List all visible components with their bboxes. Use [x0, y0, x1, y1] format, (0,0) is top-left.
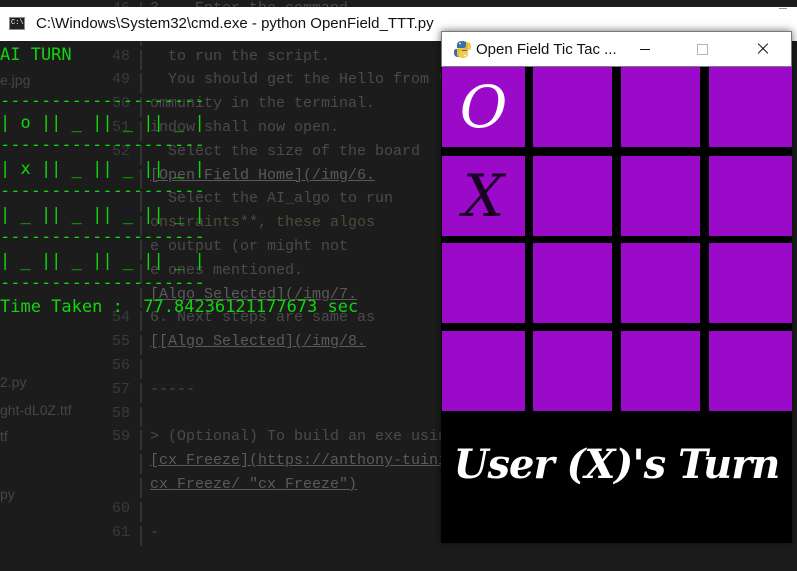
explorer-file-item: tf [0, 428, 8, 444]
minimize-icon[interactable] [775, 7, 797, 10]
editor-text: cx_Freeze/ "cx_Freeze") [150, 476, 358, 493]
maximize-button[interactable] [679, 32, 725, 66]
line-number: 56 [111, 357, 130, 374]
console-board-line: -------------------- [0, 91, 205, 111]
board-cell[interactable]: O [442, 67, 525, 147]
board-cell[interactable] [533, 156, 612, 236]
x-mark: X [462, 162, 505, 230]
editor-text: > (Optional) To build an exe using [150, 428, 457, 446]
turn-label: AI TURN [0, 45, 72, 65]
o-mark: O [459, 73, 508, 141]
explorer-file-item: ght-dL0Z.ttf [0, 402, 72, 418]
console-board-line: -------------------- [0, 273, 205, 293]
console-board-line: | x || _ || _ || _ | [0, 159, 205, 179]
board-cell[interactable] [533, 67, 612, 147]
line-number: 59 [111, 428, 130, 446]
board-cell[interactable] [621, 331, 700, 411]
board-cell[interactable] [442, 243, 525, 323]
board-cell[interactable] [621, 156, 700, 236]
editor-line: 61 - [112, 523, 160, 548]
board-cell[interactable] [533, 331, 612, 411]
board-cell[interactable] [709, 156, 792, 236]
turn-status: User (X)'s Turn [453, 441, 781, 488]
editor-text: - [150, 523, 160, 541]
explorer-file-item: 2.py [0, 374, 27, 390]
time-taken-line: Time Taken : 77.84236121177673 sec [0, 297, 359, 317]
board-cell[interactable] [442, 331, 525, 411]
tic-tac-toe-board: OX [441, 67, 792, 419]
editor-line: 57 ----- [112, 380, 196, 405]
gutter-marker [140, 49, 142, 70]
line-number: 48 [111, 47, 130, 65]
editor-line: 48 to run the script. [112, 47, 331, 72]
close-button[interactable] [739, 32, 785, 66]
board-cell[interactable]: X [442, 156, 525, 236]
console-board-line: | o || _ || _ || _ | [0, 113, 205, 133]
game-window-title: Open Field Tic Tac ... [476, 41, 617, 58]
editor-text: ----- [150, 380, 196, 398]
editor-text: to run the script. [150, 47, 331, 65]
editor-line: 59 > (Optional) To build an exe using [112, 428, 457, 452]
editor-line: 55 [[Algo Selected](/img/8. [112, 333, 367, 357]
gutter-marker [140, 454, 142, 475]
game-titlebar[interactable]: Open Field Tic Tac ... [441, 31, 792, 67]
game-window: Open Field Tic Tac ... OX User (X)'s Tur… [441, 31, 792, 543]
gutter-marker [140, 359, 142, 379]
explorer-file-item: e.jpg [0, 72, 31, 88]
console-board-line: -------------------- [0, 227, 205, 247]
gutter-marker [140, 525, 142, 546]
gutter-marker [140, 406, 142, 427]
gutter-marker [140, 335, 142, 356]
line-number: 57 [111, 380, 130, 398]
editor-line: [cx_Freeze](https://anthony-tuininga [140, 452, 475, 476]
line-number: 49 [111, 71, 130, 89]
board-cell[interactable] [709, 331, 792, 411]
line-number: 55 [111, 333, 130, 351]
console-board-line: -------------------- [0, 135, 205, 155]
minimize-button[interactable] [622, 32, 668, 66]
explorer-file-item: py [0, 486, 15, 502]
gutter-marker [140, 430, 142, 451]
line-number: 60 [111, 499, 130, 517]
pygame-snake-icon [454, 41, 471, 58]
terminal-icon: C:\ [9, 17, 25, 30]
editor-text: [cx_Freeze](https://anthony-tuininga [150, 452, 475, 470]
console-board-line: | _ || _ || _ || _ | [0, 205, 205, 225]
board-cell[interactable] [709, 243, 792, 323]
line-number: 58 [111, 404, 130, 422]
board-cell[interactable] [621, 67, 700, 147]
line-number: 61 [111, 523, 130, 541]
editor-text: [[Algo Selected](/img/8. [150, 333, 367, 351]
board-cell[interactable] [533, 243, 612, 323]
gutter-marker [140, 501, 142, 522]
cmd-window-title: C:\Windows\System32\cmd.exe - python Ope… [36, 15, 434, 32]
console-board-line: -------------------- [0, 181, 205, 201]
gutter-marker [140, 478, 142, 498]
gutter-marker [140, 382, 142, 403]
editor-line: cx_Freeze/ "cx_Freeze") [140, 476, 358, 500]
board-cell[interactable] [709, 67, 792, 147]
console-board-line: | _ || _ || _ || _ | [0, 251, 205, 271]
board-cell[interactable] [621, 243, 700, 323]
